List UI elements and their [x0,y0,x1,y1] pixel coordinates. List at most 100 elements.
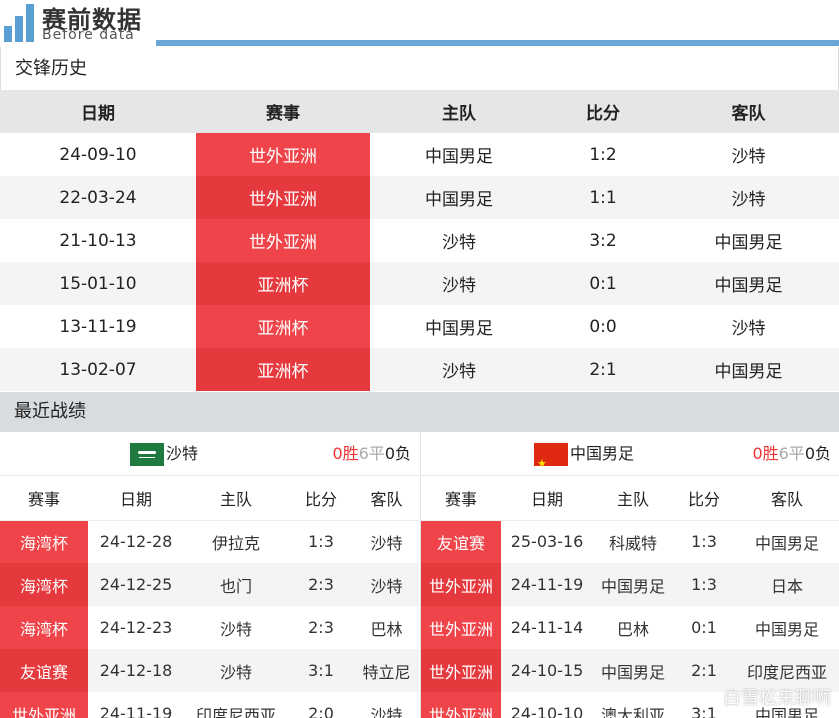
match-score: 2:3 [288,563,354,606]
match-score: 1:2 [548,133,658,176]
match-score: 0:1 [673,606,735,649]
h2h-header-away: 客队 [658,90,839,133]
home-team: 澳大利亚 [593,692,673,718]
team-record: 0胜6平0负 [332,432,411,476]
match-score: 0:0 [548,305,658,348]
competition-badge: 世外亚洲 [196,219,370,262]
home-team: 中国男足 [593,563,673,606]
header-competition: 赛事 [421,476,501,521]
team-bar: 中国男足 0胜6平0负 [421,432,839,486]
competition-badge: 海湾杯 [0,563,88,606]
match-date: 24-12-23 [88,606,184,649]
home-team: 沙特 [370,262,548,305]
watermark: 白雪松来聊啊 [723,688,831,709]
header-home: 主队 [184,476,288,521]
match-score: 1:1 [548,176,658,219]
competition-badge: 友谊赛 [0,649,88,692]
away-team: 沙特 [354,563,419,606]
saudi-flag-icon [130,442,164,466]
h2h-row: 15-01-10 亚洲杯 沙特 0:1 中国男足 [0,262,839,305]
match-score: 1:3 [673,520,735,563]
away-team: 沙特 [658,176,839,219]
away-team: 中国男足 [735,606,839,649]
h2h-row: 22-03-24 世外亚洲 中国男足 1:1 沙特 [0,176,839,219]
away-team: 沙特 [354,520,419,563]
recent-table-left: 赛事 日期 主队 比分 客队 海湾杯 24-12-28 伊拉克 1:3 沙特 海湾杯 24-… [0,476,419,718]
header-score: 比分 [288,476,354,521]
recent-panel-saudi: 沙特 0胜6平0负 赛事 日期 主队 比分 客队 海湾杯 24-12-28 伊拉克 1… [0,432,419,718]
team-label: 沙特 [166,444,199,463]
wins: 0胜 [752,444,779,463]
recent-row: 友谊赛 25-03-16 科威特 1:3 中国男足 [421,520,839,563]
match-score: 1:3 [288,520,354,563]
header-score: 比分 [673,476,735,521]
away-team: 特立尼 [354,649,419,692]
match-score: 3:2 [548,219,658,262]
recent-row: 友谊赛 24-12-18 沙特 3:1 特立尼 [0,649,419,692]
competition-badge: 友谊赛 [421,520,501,563]
header-date: 日期 [501,476,593,521]
competition-badge: 世外亚洲 [421,692,501,718]
h2h-section-title: 交锋历史 [0,47,839,90]
header-away: 客队 [354,476,419,521]
recent-section-title: 最近战绩 [0,392,839,432]
home-team: 巴林 [593,606,673,649]
competition-badge: 亚洲杯 [196,348,370,391]
home-team: 沙特 [370,348,548,391]
h2h-header-date: 日期 [0,90,196,133]
home-team: 中国男足 [370,176,548,219]
away-team: 沙特 [354,692,419,718]
team-record: 0胜6平0负 [752,432,831,476]
losses: 0负 [804,444,831,463]
match-date: 24-12-28 [88,520,184,563]
match-date: 24-12-25 [88,563,184,606]
competition-badge: 世外亚洲 [196,176,370,219]
match-date: 24-10-15 [501,649,593,692]
recent-panel-china: 中国男足 0胜6平0负 赛事 日期 主队 比分 客队 友谊赛25-03-16科威… [420,432,839,718]
logo-subtitle: Before data [42,27,135,43]
match-score: 2:1 [548,348,658,391]
team-name: 中国男足 [534,432,635,486]
team-label: 中国男足 [570,444,635,463]
recent-row: 海湾杯 24-12-25 也门 2:3 沙特 [0,563,419,606]
recent-row: 海湾杯 24-12-23 沙特 2:3 巴林 [0,606,419,649]
competition-badge: 世外亚洲 [0,692,88,718]
header-date: 日期 [88,476,184,521]
home-team: 中国男足 [593,649,673,692]
h2h-row: 24-09-10 世外亚洲 中国男足 1:2 沙特 [0,133,839,176]
home-team: 科威特 [593,520,673,563]
draws: 6平 [778,444,805,463]
recent-header-row: 赛事 日期 主队 比分 客队 [0,476,419,521]
h2h-header-home: 主队 [370,90,548,133]
recent-row: 海湾杯 24-12-28 伊拉克 1:3 沙特 [0,520,419,563]
match-score: 3:1 [288,649,354,692]
away-team: 日本 [735,563,839,606]
header-away: 客队 [735,476,839,521]
h2h-header-score: 比分 [548,90,658,133]
h2h-row: 13-11-19 亚洲杯 中国男足 0:0 沙特 [0,305,839,348]
match-date: 22-03-24 [0,176,196,219]
recent-row: 世外亚洲 24-11-19 中国男足 1:3 日本 [421,563,839,606]
h2h-table: 日期 赛事 主队 比分 客队 24-09-10 世外亚洲 中国男足 1:2 沙特 22-0… [0,90,839,391]
match-score: 2:3 [288,606,354,649]
match-score: 0:1 [548,262,658,305]
h2h-header-competition: 赛事 [196,90,370,133]
match-date: 24-12-18 [88,649,184,692]
match-date: 24-10-10 [501,692,593,718]
losses: 0负 [384,444,411,463]
away-team: 沙特 [658,305,839,348]
competition-badge: 世外亚洲 [421,649,501,692]
match-date: 24-11-19 [501,563,593,606]
away-team: 中国男足 [658,219,839,262]
header-home: 主队 [593,476,673,521]
china-flag-icon [534,442,568,486]
wins: 0胜 [332,444,359,463]
home-team: 沙特 [370,219,548,262]
header-divider [156,40,839,46]
recent-row: 世外亚洲 24-11-19 印度尼西亚 2:0 沙特 [0,692,419,718]
header-competition: 赛事 [0,476,88,521]
competition-badge: 世外亚洲 [196,133,370,176]
away-team: 中国男足 [658,348,839,391]
match-score: 1:3 [673,563,735,606]
home-team: 沙特 [184,649,288,692]
